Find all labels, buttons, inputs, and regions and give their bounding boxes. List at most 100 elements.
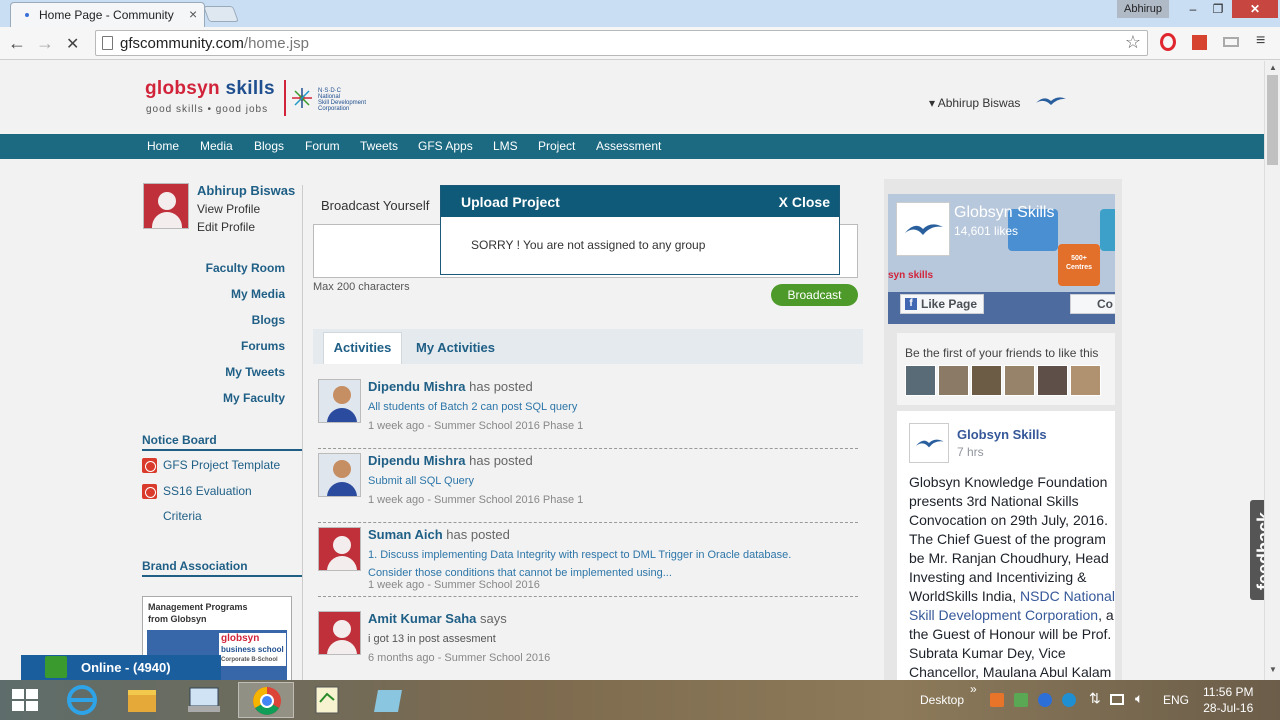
left-link-my-media[interactable]: My Media (231, 287, 285, 301)
author-avatar[interactable] (318, 453, 361, 497)
tray-network-app-icon[interactable] (1014, 693, 1028, 707)
friend-avatar[interactable] (905, 365, 936, 396)
windows-start-icon[interactable] (12, 689, 38, 711)
browser-tab[interactable]: Home Page - Community × (10, 2, 205, 27)
pdf-icon (142, 458, 157, 473)
facebook-page-banner[interactable]: 500+ Centres Globsyn Skills 14,601 likes… (888, 194, 1115, 324)
maximize-button[interactable]: ❐ (1205, 0, 1231, 18)
internet-explorer-icon[interactable] (54, 682, 110, 718)
profile-name[interactable]: Abhirup Biswas (197, 183, 295, 198)
left-link-my-faculty[interactable]: My Faculty (223, 391, 285, 405)
globsyn-skills-logo[interactable]: globsyn skills (145, 78, 275, 100)
friend-avatar[interactable] (1070, 365, 1101, 396)
nav-forum[interactable]: Forum (305, 139, 340, 153)
grey-extension-icon[interactable] (1223, 37, 1239, 47)
bird-logo-icon (915, 439, 944, 448)
profile-avatar[interactable] (143, 183, 189, 229)
scroll-down-arrow-icon[interactable]: ▼ (1269, 665, 1277, 674)
left-link-forums[interactable]: Forums (241, 339, 285, 353)
facebook-like-page-button[interactable]: Like Page (900, 294, 984, 314)
forward-button[interactable]: → (36, 33, 54, 54)
browser-profile-button[interactable]: Abhirup (1117, 0, 1169, 18)
main-nav: Home Media Blogs Forum Tweets GFS Apps L… (0, 134, 1264, 159)
post-author[interactable]: Dipendu Mishra has posted (368, 379, 533, 394)
toolbar-chevron-icon[interactable]: » (970, 682, 977, 696)
tray-arrow-icon[interactable]: ⇅ (1089, 690, 1101, 707)
tray-bluetooth-icon[interactable] (1062, 693, 1076, 707)
app-window-icon[interactable] (362, 682, 418, 718)
post-meta: 1 week ago - Summer School 2016 Phase 1 (368, 420, 584, 432)
bookmark-star-icon[interactable]: ☆ (1125, 32, 1141, 53)
chrome-taskbar-icon[interactable] (238, 682, 294, 718)
friend-avatar[interactable] (938, 365, 969, 396)
post-message[interactable]: Submit all SQL Query (368, 472, 828, 490)
desktop-toolbar-label[interactable]: Desktop (920, 693, 964, 707)
friend-avatar[interactable] (1037, 365, 1068, 396)
address-bar[interactable]: gfscommunity.com/home.jsp ☆ (95, 30, 1148, 56)
left-link-my-tweets[interactable]: My Tweets (225, 365, 285, 379)
nav-blogs[interactable]: Blogs (254, 139, 284, 153)
brand-association-rule (142, 575, 302, 577)
nav-tweets[interactable]: Tweets (360, 139, 398, 153)
user-menu-dropdown[interactable]: ▾ Abhirup Biswas (929, 96, 1020, 110)
facebook-contact-button[interactable]: Co (1070, 294, 1115, 314)
left-link-faculty-room[interactable]: Faculty Room (206, 261, 285, 275)
taskbar-clock[interactable]: 11:56 PM 28-Jul-16 (1203, 684, 1253, 716)
facebook-post-author[interactable]: Globsyn Skills (957, 427, 1047, 442)
red-extension-icon[interactable] (1192, 35, 1207, 50)
author-avatar[interactable] (318, 527, 361, 571)
friend-avatar[interactable] (1004, 365, 1035, 396)
facebook-post-logo[interactable] (909, 423, 949, 463)
post-message[interactable]: i got 13 in post assesment (368, 630, 828, 648)
notice-item-criteria[interactable]: Criteria (163, 509, 202, 523)
address-url: gfscommunity.com/home.jsp (120, 35, 309, 52)
author-avatar[interactable] (318, 379, 361, 423)
stop-loading-button[interactable]: ✕ (66, 34, 79, 54)
minimize-button[interactable]: – (1180, 0, 1206, 18)
volume-icon[interactable]: 🔈︎ (1135, 690, 1143, 707)
new-tab-button[interactable] (203, 6, 239, 22)
nav-project[interactable]: Project (538, 139, 575, 153)
facebook-page-name[interactable]: Globsyn Skills (954, 204, 1054, 222)
tray-network-icon[interactable] (1110, 694, 1124, 705)
tray-app-icon[interactable] (990, 693, 1004, 707)
browser-menu-icon[interactable]: ≡ (1256, 32, 1265, 50)
edit-profile-link[interactable]: Edit Profile (197, 220, 255, 234)
broadcast-button[interactable]: Broadcast (771, 284, 858, 306)
page-scrollbar[interactable]: ▲ ▼ (1264, 61, 1280, 680)
nav-media[interactable]: Media (200, 139, 233, 153)
nav-gfs-apps[interactable]: GFS Apps (418, 139, 473, 153)
opera-extension-icon[interactable] (1160, 33, 1176, 51)
post-message[interactable]: 1. Discuss implementing Data Integrity w… (368, 546, 828, 582)
notice-item-gfs-project-template[interactable]: GFS Project Template (163, 458, 280, 472)
keyboard-app-icon[interactable] (176, 682, 232, 718)
notepad-app-icon[interactable] (300, 682, 356, 718)
facebook-page-logo (896, 202, 950, 256)
left-link-blogs[interactable]: Blogs (252, 313, 285, 327)
scrollbar-thumb[interactable] (1267, 75, 1278, 165)
tray-power-icon[interactable] (1038, 693, 1052, 707)
post-author[interactable]: Suman Aich has posted (368, 527, 510, 542)
back-button[interactable]: ← (8, 33, 26, 54)
nav-assessment[interactable]: Assessment (596, 139, 661, 153)
post-message[interactable]: All students of Batch 2 can post SQL que… (368, 398, 828, 416)
facebook-post-time[interactable]: 7 hrs (957, 445, 984, 459)
nav-home[interactable]: Home (147, 139, 179, 153)
brand-ad-text: Management Programs from Globsyn (148, 602, 248, 624)
file-explorer-icon[interactable] (114, 682, 170, 718)
post-author[interactable]: Dipendu Mishra has posted (368, 453, 533, 468)
nav-lms[interactable]: LMS (493, 139, 518, 153)
online-users-bar[interactable]: Online - (4940) (21, 655, 221, 680)
modal-close-button[interactable]: X Close (779, 194, 830, 210)
notice-item-ss16-evaluation[interactable]: SS16 Evaluation (163, 484, 252, 498)
tab-my-activities[interactable]: My Activities (416, 340, 495, 355)
scroll-up-arrow-icon[interactable]: ▲ (1269, 63, 1277, 72)
author-avatar[interactable] (318, 611, 361, 655)
tab-close-icon[interactable]: × (189, 6, 197, 22)
view-profile-link[interactable]: View Profile (197, 202, 260, 216)
post-author[interactable]: Amit Kumar Saha says (368, 611, 507, 626)
close-window-button[interactable]: ✕ (1232, 0, 1278, 18)
friend-avatar[interactable] (971, 365, 1002, 396)
language-indicator[interactable]: ENG (1163, 693, 1189, 707)
tab-activities[interactable]: Activities (323, 332, 402, 364)
